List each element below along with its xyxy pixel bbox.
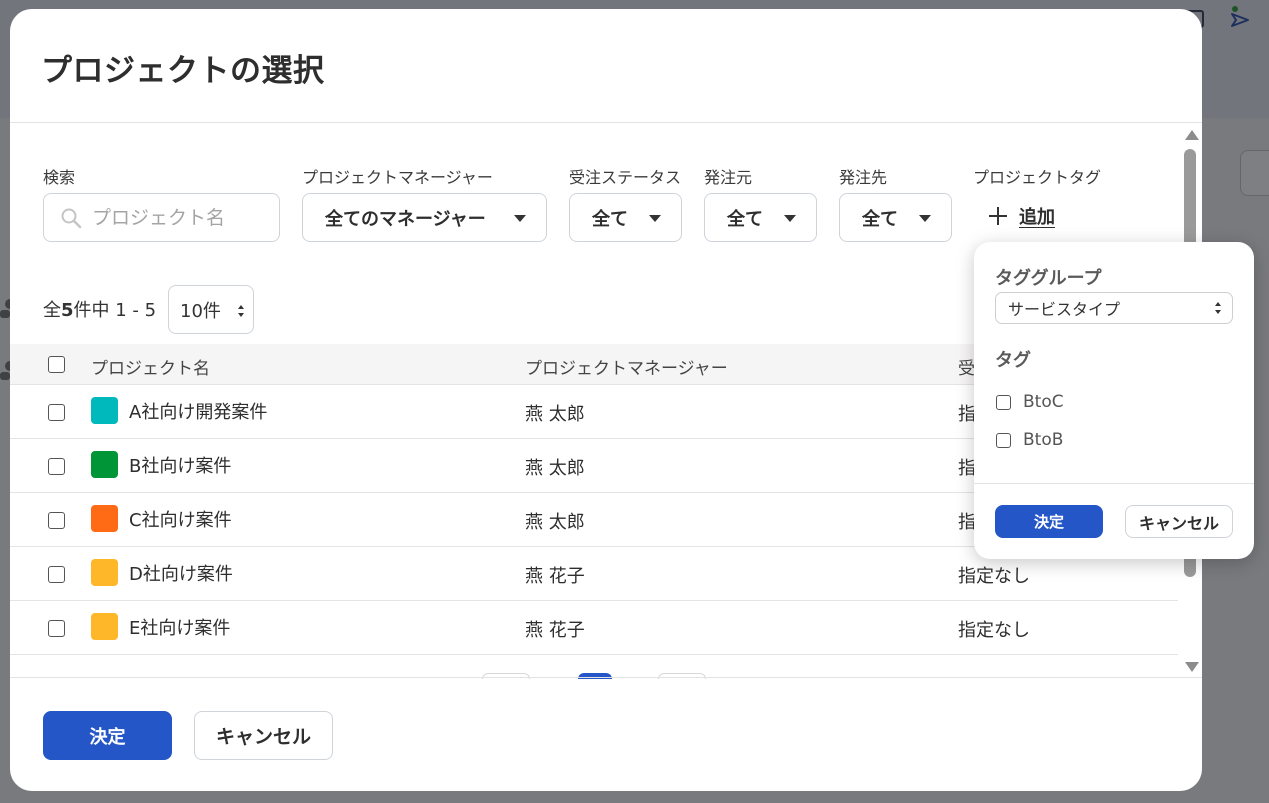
project-name: A社向け開発案件 xyxy=(129,402,268,423)
project-manager: 燕 太郎 xyxy=(525,512,585,533)
tag-option-btob[interactable]: BtoB xyxy=(996,430,1063,450)
select-all-checkbox[interactable] xyxy=(48,356,65,373)
search-box xyxy=(43,193,280,242)
manager-dropdown[interactable]: 全てのマネージャー xyxy=(302,193,547,242)
row-checkbox[interactable] xyxy=(48,566,65,583)
add-tag-button[interactable]: 追加 xyxy=(989,203,1055,229)
header-divider xyxy=(10,122,1202,123)
row-checkbox[interactable] xyxy=(48,620,65,637)
project-name: D社向け案件 xyxy=(129,564,233,585)
updown-arrows-icon xyxy=(1215,302,1221,314)
add-tag-label: 追加 xyxy=(1019,207,1055,228)
scroll-up-arrow-icon[interactable] xyxy=(1185,130,1199,140)
tag-filter-popover: タググループ サービスタイプ タグ BtoC BtoB 決定 キャンセル xyxy=(974,242,1254,559)
project-manager: 燕 花子 xyxy=(525,620,585,641)
vendor-dropdown[interactable]: 全て xyxy=(839,193,952,242)
manager-dropdown-value: 全てのマネージャー xyxy=(325,208,486,230)
vendor-filter-label: 発注先 xyxy=(839,168,888,187)
caret-down-icon xyxy=(919,215,931,222)
project-manager: 燕 花子 xyxy=(525,566,585,587)
order-status: 指定なし xyxy=(958,566,1030,587)
order-status-filter-label: 受注ステータス xyxy=(569,168,682,187)
scroll-down-arrow-icon[interactable] xyxy=(1185,662,1199,672)
manager-filter-label: プロジェクトマネージャー xyxy=(302,168,493,187)
row-checkbox[interactable] xyxy=(48,404,65,421)
tag-option-btoc[interactable]: BtoC xyxy=(996,392,1064,412)
order-status-dropdown-value: 全て xyxy=(592,208,628,230)
tag-cancel-button[interactable]: キャンセル xyxy=(1125,505,1233,538)
plus-icon xyxy=(989,207,1007,225)
project-manager: 燕 太郎 xyxy=(525,404,585,425)
project-name: C社向け案件 xyxy=(129,510,232,531)
tag-heading: タグ xyxy=(995,350,1031,371)
modal-title: プロジェクトの選択 xyxy=(41,53,325,89)
order-status-dropdown[interactable]: 全て xyxy=(569,193,682,242)
cancel-button[interactable]: キャンセル xyxy=(194,711,333,760)
project-name: B社向け案件 xyxy=(129,456,232,477)
project-color-swatch xyxy=(91,397,118,424)
column-header-project-name: プロジェクト名 xyxy=(91,359,210,379)
table-row[interactable]: E社向け案件 燕 花子 指定なし xyxy=(10,601,1178,655)
caret-down-icon xyxy=(649,215,661,222)
pager-prev-button[interactable] xyxy=(482,673,530,679)
tag-option-label: BtoB xyxy=(1023,430,1064,450)
search-label: 検索 xyxy=(43,168,76,187)
result-count: 全5件中 1 - 5 xyxy=(43,296,156,322)
vendor-dropdown-value: 全て xyxy=(862,208,898,230)
project-color-swatch xyxy=(91,451,118,478)
project-color-swatch xyxy=(91,613,118,640)
column-header-manager: プロジェクトマネージャー xyxy=(525,359,728,379)
count-total: 5 xyxy=(61,300,74,321)
updown-arrows-icon xyxy=(238,305,244,317)
project-name: E社向け案件 xyxy=(129,618,231,639)
tag-group-heading: タググループ xyxy=(995,268,1102,289)
count-prefix: 全 xyxy=(43,300,61,321)
pager-current-page[interactable] xyxy=(578,673,612,679)
order-status: 指定なし xyxy=(958,620,1030,641)
tag-group-value: サービスタイプ xyxy=(1008,300,1121,319)
search-icon xyxy=(61,208,82,229)
search-input[interactable] xyxy=(92,202,272,234)
pager-next-button[interactable] xyxy=(658,673,706,679)
column-header-status: 受 xyxy=(958,359,975,379)
tag-group-select[interactable]: サービスタイプ xyxy=(995,292,1233,324)
project-manager: 燕 太郎 xyxy=(525,458,585,479)
client-dropdown[interactable]: 全て xyxy=(704,193,817,242)
tag-checkbox[interactable] xyxy=(996,394,1011,410)
row-checkbox[interactable] xyxy=(48,458,65,475)
project-color-swatch xyxy=(91,505,118,532)
popover-divider xyxy=(974,483,1254,484)
footer-divider xyxy=(10,677,1202,678)
tag-option-label: BtoC xyxy=(1023,392,1064,412)
tag-filter-label: プロジェクトタグ xyxy=(973,168,1102,187)
row-checkbox[interactable] xyxy=(48,512,65,529)
per-page-select[interactable]: 10件 xyxy=(168,285,254,334)
tag-confirm-button[interactable]: 決定 xyxy=(995,505,1103,538)
caret-down-icon xyxy=(784,215,796,222)
count-suffix: 件中 1 - 5 xyxy=(73,300,157,321)
tag-checkbox[interactable] xyxy=(996,432,1011,448)
caret-down-icon xyxy=(514,215,526,222)
client-dropdown-value: 全て xyxy=(727,208,763,230)
client-filter-label: 発注元 xyxy=(704,168,753,187)
confirm-button[interactable]: 決定 xyxy=(43,711,172,760)
project-color-swatch xyxy=(91,559,118,586)
per-page-value: 10件 xyxy=(180,300,221,322)
